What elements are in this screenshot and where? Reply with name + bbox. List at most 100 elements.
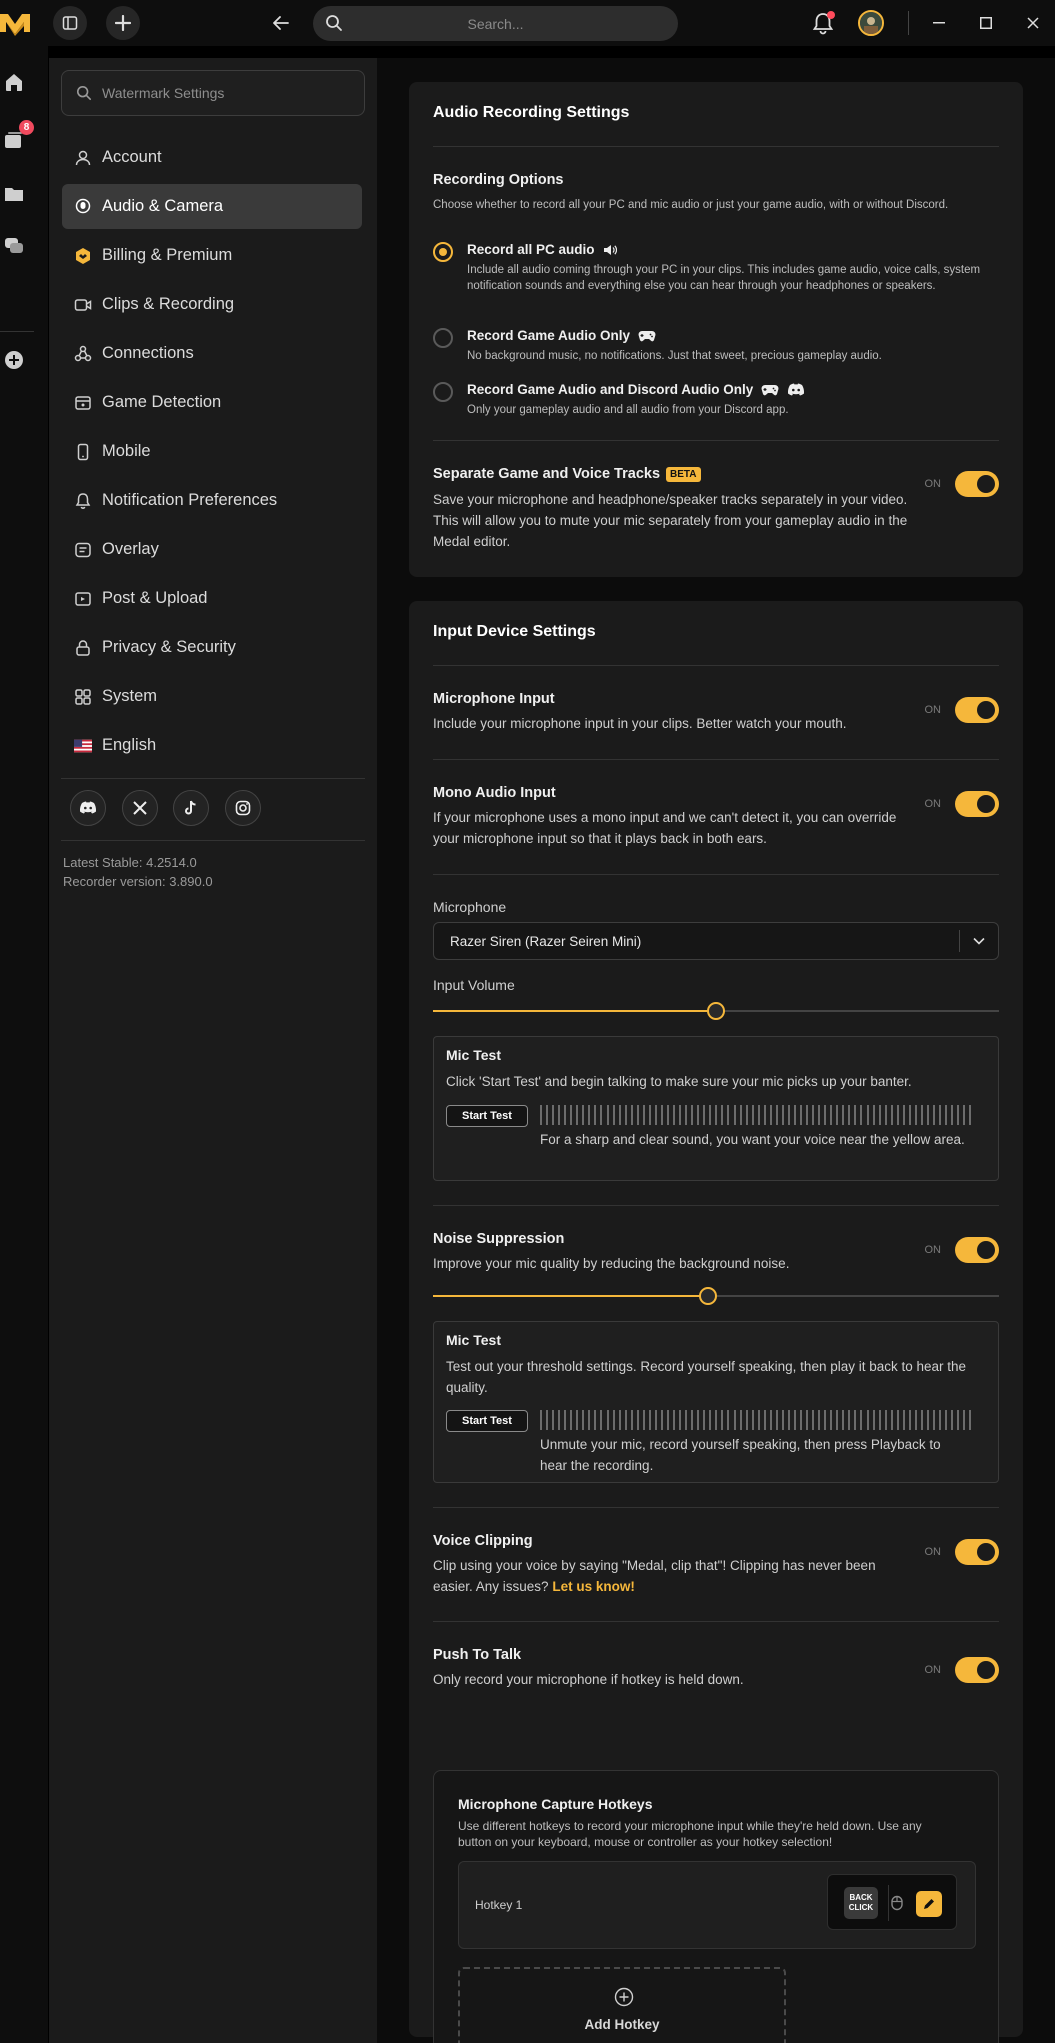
sidebar-item-billing[interactable]: Billing & Premium (62, 233, 362, 278)
maximize-button[interactable] (975, 12, 997, 34)
start-test-button[interactable]: Start Test (446, 1105, 528, 1127)
meter-bar (648, 1410, 651, 1430)
instagram-link[interactable] (225, 790, 261, 826)
mono-input-toggle-wrap: ON (925, 791, 999, 817)
medal-logo[interactable] (0, 10, 30, 36)
meter-bar (945, 1410, 948, 1430)
mic-input-toggle[interactable] (955, 697, 999, 723)
settings-search-input[interactable]: Watermark Settings (61, 70, 365, 116)
sidebar-item-mobile[interactable]: Mobile (62, 429, 362, 474)
sidebar-item-clips[interactable]: Clips & Recording (62, 282, 362, 327)
meter-bar (830, 1410, 833, 1430)
sidebar-item-privacy[interactable]: Privacy & Security (62, 625, 362, 670)
meter-bar (884, 1105, 887, 1125)
sidebar-item-notifications[interactable]: Notification Preferences (62, 478, 362, 523)
search-icon (76, 85, 92, 101)
voice-clipping-toggle-wrap: ON (925, 1539, 999, 1565)
mic-level-meter (540, 1410, 972, 1430)
sidebar-divider (61, 778, 365, 779)
meter-bar (933, 1105, 936, 1125)
mic-test-panel: Mic Test Click 'Start Test' and begin ta… (433, 1036, 999, 1181)
meter-bar (606, 1105, 609, 1125)
meter-bar (733, 1410, 736, 1430)
noise-threshold-slider[interactable] (433, 1287, 999, 1305)
sidebar-item-post-upload[interactable]: Post & Upload (62, 576, 362, 621)
sidebar-item-label: Game Detection (102, 393, 222, 411)
meter-bar (727, 1410, 730, 1430)
edit-hotkey-button[interactable] (916, 1891, 942, 1917)
meter-bar (733, 1105, 736, 1125)
meter-bar (660, 1410, 663, 1430)
slider-fill (433, 1295, 709, 1297)
add-hotkey-button[interactable]: Add Hotkey (458, 1967, 786, 2043)
meter-bar (558, 1410, 561, 1430)
tiktok-link[interactable] (173, 790, 209, 826)
meter-bar (939, 1410, 942, 1430)
microphone-icon (74, 198, 92, 216)
mono-input-toggle[interactable] (955, 791, 999, 817)
input-volume-slider[interactable] (433, 1002, 999, 1020)
meter-bar (739, 1410, 742, 1430)
folders-button[interactable] (0, 180, 28, 208)
home-button[interactable] (0, 68, 28, 96)
radio-record-all-pc-audio[interactable] (433, 242, 453, 262)
meter-bar (745, 1410, 748, 1430)
settings-main: Audio Recording Settings Recording Optio… (377, 58, 1055, 2043)
meter-bar (745, 1105, 748, 1125)
plus-icon (115, 15, 131, 31)
mic-test-title: Mic Test (446, 1047, 501, 1063)
x-link[interactable] (122, 790, 158, 826)
meter-bar (769, 1410, 772, 1430)
sidebar-item-connections[interactable]: Connections (62, 331, 362, 376)
voice-clipping-toggle[interactable] (955, 1539, 999, 1565)
sidebar-item-audio-camera[interactable]: Audio & Camera (62, 184, 362, 229)
sidebar-item-overlay[interactable]: Overlay (62, 527, 362, 572)
slider-thumb[interactable] (699, 1287, 718, 1305)
mic-test-title: Mic Test (446, 1332, 501, 1348)
discord-link[interactable] (70, 790, 106, 826)
meter-bar (757, 1410, 760, 1430)
meter-bar (757, 1105, 760, 1125)
noise-suppression-toggle[interactable] (955, 1237, 999, 1263)
bell-icon (74, 492, 92, 510)
sidebar-toggle-button[interactable] (53, 6, 87, 40)
close-button[interactable] (1022, 12, 1044, 34)
app-rail: 8 (0, 46, 48, 2043)
sidebar-item-system[interactable]: System (62, 674, 362, 719)
slider-thumb[interactable] (707, 1002, 725, 1020)
avatar[interactable] (858, 10, 884, 36)
recording-options-title: Recording Options (433, 172, 564, 188)
meter-bar (588, 1410, 591, 1430)
minimize-button[interactable] (928, 12, 950, 34)
meter-bar (552, 1105, 555, 1125)
meter-bar (739, 1105, 742, 1125)
sidebar-item-label: Clips & Recording (102, 295, 235, 313)
meter-bar (854, 1105, 857, 1125)
let-us-know-link[interactable]: Let us know! (552, 1579, 635, 1594)
back-button[interactable] (270, 12, 292, 34)
separate-tracks-toggle-wrap: ON (925, 471, 999, 497)
meter-bar (703, 1105, 706, 1125)
add-server-button[interactable] (0, 346, 28, 374)
meter-bar (914, 1410, 917, 1430)
divider (433, 665, 999, 666)
sidebar-item-account[interactable]: Account (62, 135, 362, 180)
radio-record-game-audio-only[interactable] (433, 328, 453, 348)
separate-tracks-toggle[interactable] (955, 471, 999, 497)
messages-button[interactable] (0, 232, 28, 260)
sidebar-item-label: Post & Upload (102, 589, 208, 607)
option-title-text: Record Game Audio Only (467, 328, 631, 343)
radio-record-game-and-discord[interactable] (433, 382, 453, 402)
notifications-button[interactable] (810, 10, 836, 36)
clips-button[interactable]: 8 (0, 120, 34, 154)
start-test-button[interactable]: Start Test (446, 1410, 528, 1432)
sidebar-item-game-detection[interactable]: Game Detection (62, 380, 362, 425)
push-to-talk-toggle[interactable] (955, 1657, 999, 1683)
meter-bar (896, 1105, 899, 1125)
global-search-input[interactable]: Search... (313, 6, 678, 41)
meter-bar (721, 1105, 724, 1125)
microphone-select[interactable]: Razer Siren (Razer Seiren Mini) (433, 922, 999, 960)
add-button[interactable] (106, 6, 140, 40)
speaker-icon (603, 244, 617, 255)
sidebar-item-language[interactable]: English (62, 723, 362, 768)
